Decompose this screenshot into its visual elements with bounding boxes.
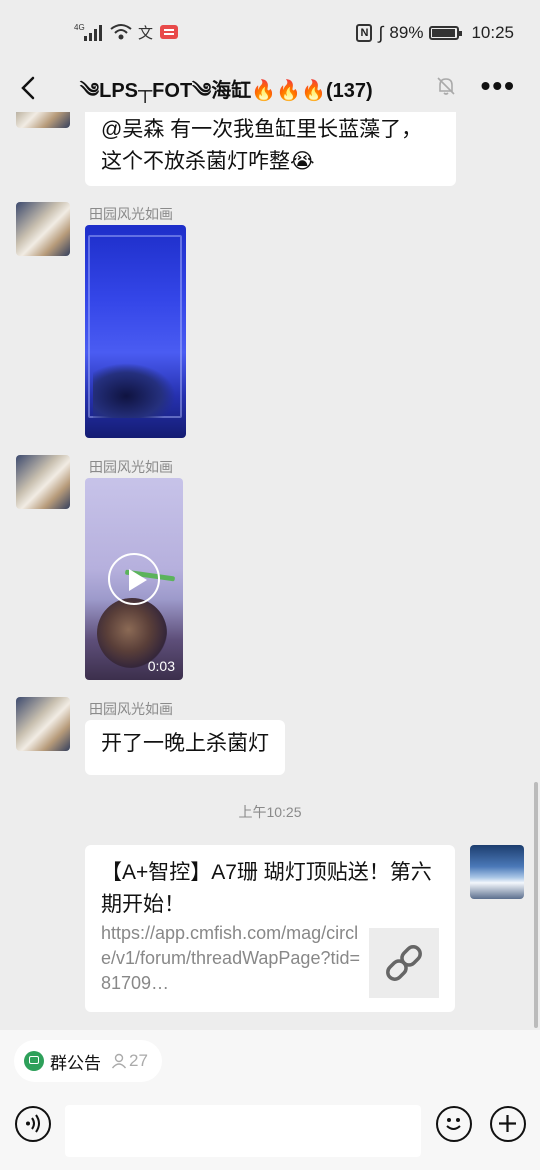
svg-text:4G: 4G	[74, 23, 85, 32]
nfc-icon: N	[356, 24, 373, 42]
input-bar	[0, 1096, 540, 1170]
bluetooth-icon: ∫	[378, 22, 384, 43]
bottom-panel: 群公告 27	[0, 1030, 540, 1170]
wifi-icon	[110, 24, 132, 40]
message-text: 开了一晚上杀菌灯	[101, 732, 269, 755]
link-url: https://app.cmfish.com/mag/circle/v1/for…	[101, 923, 360, 993]
notice-label: 群公告	[50, 1053, 101, 1073]
image-message[interactable]	[85, 225, 186, 438]
voice-icon[interactable]	[15, 1106, 51, 1142]
message-input[interactable]	[65, 1105, 421, 1157]
sender-name: 田园风光如画	[89, 459, 173, 475]
person-icon	[111, 1053, 127, 1069]
voice-waves	[26, 1114, 40, 1133]
sender-name: 田园风光如画	[89, 206, 173, 222]
status-left: 4G 文	[74, 20, 179, 44]
sender-name: 田园风光如画	[89, 701, 173, 717]
message-bubble[interactable]: 开了一晚上杀菌灯	[85, 720, 285, 775]
group-notice-chip[interactable]: 群公告 27	[14, 1040, 162, 1082]
emoji-icon[interactable]	[436, 1106, 472, 1142]
plus-sign	[499, 1115, 516, 1132]
avatar[interactable]	[16, 112, 70, 128]
message-bubble[interactable]: @吴森 有一次我鱼缸里长蓝藻了，这个不放杀菌灯咋整😭	[85, 112, 456, 186]
tank-rocks	[93, 363, 176, 418]
link-title: 【A+智控】A7珊 瑚灯顶贴送！第六期开始！	[101, 861, 432, 916]
notice-icon	[24, 1051, 44, 1071]
member-count-value: 27	[129, 1051, 148, 1070]
status-right: N ∫ 89% 10:25	[356, 20, 514, 46]
chat-list[interactable]: @吴森 有一次我鱼缸里长蓝藻了，这个不放杀菌灯咋整😭 田园风光如画 田园风光如画…	[0, 112, 540, 1030]
scrollbar[interactable]	[534, 782, 538, 1028]
chevron-left-icon[interactable]	[16, 74, 44, 102]
member-count: 27	[111, 1051, 148, 1071]
plus-icon[interactable]	[490, 1106, 526, 1142]
video-message[interactable]: 0:03	[85, 478, 183, 680]
emoji-face	[446, 1118, 461, 1130]
play-icon[interactable]	[108, 553, 160, 605]
clock: 10:25	[471, 23, 514, 42]
link-thumbnail	[369, 928, 439, 998]
battery-percent: 89%	[389, 23, 424, 42]
status-bar: 4G 文 N ∫ 89% 10:25	[0, 0, 540, 62]
more-icon[interactable]: •••	[481, 72, 516, 100]
message-notify-icon	[160, 25, 179, 39]
battery-icon	[429, 26, 463, 40]
avatar[interactable]	[470, 845, 524, 899]
signal-icon: 4G	[74, 23, 102, 41]
app-notify-icon: 文	[138, 24, 154, 42]
chat-header: ༄LPS┬FOT༄海缸🔥🔥🔥(137) •••	[0, 62, 540, 112]
avatar[interactable]	[16, 202, 70, 256]
bell-off-icon	[437, 77, 455, 95]
link-icon	[386, 945, 422, 981]
link-card[interactable]: 【A+智控】A7珊 瑚灯顶贴送！第六期开始！ https://app.cmfis…	[85, 845, 455, 1012]
message-text: @吴森 有一次我鱼缸里长蓝藻了，这个不放杀菌灯咋整😭	[101, 118, 423, 173]
video-duration: 0:03	[147, 658, 175, 674]
avatar[interactable]	[16, 455, 70, 509]
timestamp: 上午10:25	[238, 804, 302, 820]
avatar[interactable]	[16, 697, 70, 751]
